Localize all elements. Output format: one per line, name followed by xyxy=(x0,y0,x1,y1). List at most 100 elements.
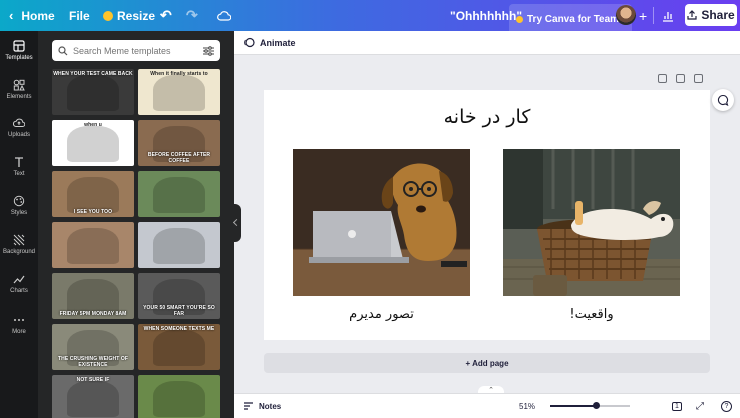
zoom-level[interactable]: 51% xyxy=(519,394,535,418)
lock-icon[interactable] xyxy=(658,74,667,83)
thumbnail-caption-top: NOT SURE IF xyxy=(76,377,110,383)
design-page[interactable]: کار در خانه تصور مدیرم واقعیت! xyxy=(264,90,710,340)
left-caption[interactable]: تصور مدیرم xyxy=(293,307,470,322)
thumbnail-image xyxy=(66,74,120,112)
rail-label: Charts xyxy=(10,288,28,294)
share-icon xyxy=(687,10,697,20)
share-button[interactable]: Share xyxy=(685,4,737,26)
zoom-slider[interactable] xyxy=(550,402,630,409)
home-button[interactable]: ‹ Home xyxy=(9,0,55,31)
notes-label: Notes xyxy=(259,401,282,411)
thumbnail-image xyxy=(66,278,120,316)
cloud-saved-icon[interactable] xyxy=(217,0,231,31)
rail-item-elements[interactable]: Elements xyxy=(0,79,38,100)
add-page-button[interactable]: + Add page xyxy=(264,353,710,373)
template-thumbnail[interactable] xyxy=(138,171,220,217)
rail-label: Text xyxy=(13,171,25,177)
thumbnail-image xyxy=(152,176,206,214)
template-thumbnail[interactable]: BEFORE COFFEE AFTER COFFEE xyxy=(138,120,220,166)
rail-label: Templates xyxy=(5,55,33,61)
page-count-button[interactable]: 1 xyxy=(672,394,682,418)
page-title[interactable]: کار در خانه xyxy=(264,106,710,128)
share-label: Share xyxy=(701,8,735,22)
thumbnail-caption-top: WHEN SOMEONE TEXTS ME xyxy=(143,326,215,332)
template-thumbnail[interactable]: NOT SURE IF xyxy=(52,375,134,418)
help-icon[interactable]: ? xyxy=(721,394,732,418)
thumbnail-image xyxy=(66,227,120,265)
rail-label: Styles xyxy=(10,210,28,216)
thumbnail-caption-bottom: THE CRUSHING WEIGHT OF EXISTENCE xyxy=(58,356,128,368)
templates-panel: WHEN YOUR TEST CAME BACK When it finally … xyxy=(38,31,234,418)
thumbnail-caption-bottom: YOUR 50 SMART YOU'RE SO FAR xyxy=(143,305,215,317)
search-box[interactable] xyxy=(52,40,220,61)
try-teams-label: Try Canva for Teams xyxy=(527,14,625,25)
rail-label: More xyxy=(12,329,26,335)
page-number: 1 xyxy=(672,401,682,411)
template-thumbnail[interactable] xyxy=(138,375,220,418)
styles-icon xyxy=(13,195,25,207)
dog-basket-photo[interactable] xyxy=(503,149,680,296)
charts-icon xyxy=(13,275,25,284)
search-input[interactable] xyxy=(73,45,198,56)
thumbnail-caption-top: WHEN YOUR TEST CAME BACK xyxy=(53,71,133,77)
notes-button[interactable]: Notes xyxy=(243,394,281,418)
more-icon xyxy=(14,319,24,321)
side-rail: Templates Elements Uploads Text Styles B… xyxy=(0,31,38,418)
resize-button[interactable]: Resize xyxy=(103,0,155,31)
chevron-left-icon: ‹ xyxy=(9,8,14,23)
duplicate-page-icon[interactable] xyxy=(676,74,685,83)
rail-item-styles[interactable]: Styles xyxy=(0,195,38,216)
thumbnail-image xyxy=(66,176,120,214)
template-thumbnail[interactable]: when u xyxy=(52,120,134,166)
rail-label: Uploads xyxy=(7,132,30,138)
template-thumbnail[interactable]: THE CRUSHING WEIGHT OF EXISTENCE xyxy=(52,324,134,370)
animate-button[interactable]: Animate xyxy=(260,38,296,48)
thumbnail-caption-bottom: BEFORE COFFEE AFTER COFFEE xyxy=(147,152,211,164)
canvas-area: کار در خانه تصور مدیرم واقعیت! + Add pag… xyxy=(234,55,740,393)
template-thumbnail[interactable] xyxy=(52,222,134,268)
divider xyxy=(653,7,654,24)
rail-item-uploads[interactable]: Uploads xyxy=(0,117,38,138)
search-icon xyxy=(58,45,68,55)
template-thumbnail[interactable]: When it finally starts to xyxy=(138,69,220,115)
rail-item-background[interactable]: Background xyxy=(0,234,38,255)
crown-icon xyxy=(103,10,113,21)
background-icon xyxy=(13,234,25,246)
add-page-icon[interactable] xyxy=(694,74,703,83)
template-thumbnail[interactable]: FRIDAY 5PM MONDAY 8AM xyxy=(52,273,134,319)
insights-icon[interactable] xyxy=(662,0,674,31)
fullscreen-icon[interactable]: ⤢ xyxy=(696,394,704,418)
rail-item-more[interactable]: More xyxy=(0,314,38,335)
thumbnail-image xyxy=(152,74,206,112)
thumbnail-image xyxy=(152,380,206,418)
undo-icon[interactable]: ↶ xyxy=(160,0,172,31)
comment-icon xyxy=(717,94,729,106)
filter-icon[interactable] xyxy=(203,45,214,56)
editor-toolbar: Animate xyxy=(234,31,740,55)
dog-laptop-photo[interactable] xyxy=(293,149,470,296)
resize-label: Resize xyxy=(117,8,156,23)
rail-label: Elements xyxy=(6,94,32,100)
redo-icon[interactable]: ↷ xyxy=(186,0,198,31)
right-caption[interactable]: واقعیت! xyxy=(503,307,680,322)
template-thumbnail[interactable] xyxy=(138,222,220,268)
template-thumbnail[interactable]: WHEN YOUR TEST CAME BACK xyxy=(52,69,134,115)
thumbnail-image xyxy=(152,227,206,265)
home-label: Home xyxy=(21,8,55,23)
comment-button[interactable] xyxy=(712,89,734,111)
thumbnail-image xyxy=(66,125,120,163)
avatar[interactable] xyxy=(616,5,636,25)
rail-item-text[interactable]: Text xyxy=(0,156,38,177)
template-thumbnail[interactable]: WHEN SOMEONE TEXTS ME xyxy=(138,324,220,370)
zoom-slider-handle[interactable] xyxy=(593,402,601,409)
file-menu-button[interactable]: File xyxy=(69,0,90,31)
add-collaborator-icon[interactable]: + xyxy=(639,0,647,31)
template-thumbnail[interactable]: I SEE YOU TOO xyxy=(52,171,134,217)
rail-item-templates[interactable]: Templates xyxy=(0,40,38,61)
template-thumbnail[interactable]: YOUR 50 SMART YOU'RE SO FAR xyxy=(138,273,220,319)
bottom-bar: Notes 51% 1 ⤢ ? xyxy=(234,393,740,418)
zoom-slider-fill xyxy=(550,405,597,407)
thumbnail-caption-top: When it finally starts to xyxy=(150,71,208,77)
rail-item-charts[interactable]: Charts xyxy=(0,273,38,294)
thumbnail-image xyxy=(66,380,120,418)
